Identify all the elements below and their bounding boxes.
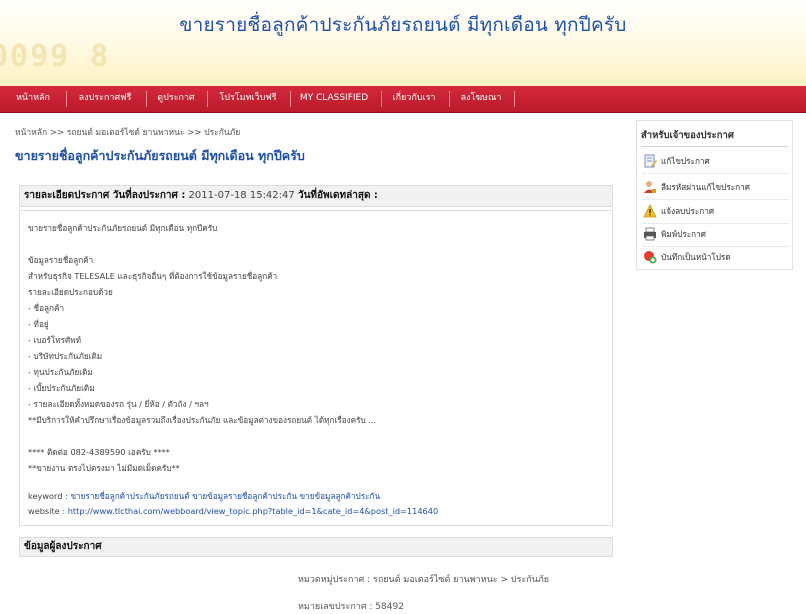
body-line: - ที่อยู่ (28, 319, 49, 329)
user-key-icon (643, 180, 657, 194)
body-line: **ขายงาน ตรงไปตรงมา ไม่มีมดเม็ดครับ** (28, 463, 180, 473)
sidebar-item-label: พิมพ์ประกาศ (661, 229, 706, 239)
edit-icon (643, 154, 657, 168)
nav-divider (66, 91, 67, 107)
favorite-icon (643, 250, 657, 264)
body-line: - บริษัทประกันภัยเดิม (28, 351, 103, 361)
breadcrumb-separator: >> (49, 128, 65, 138)
keyword-label: keyword : (28, 491, 68, 501)
sidebar-item-label: บันทึกเป็นหน้าโปรด (661, 252, 731, 262)
post-category-line: หมวดหมู่ประกาศ : รถยนต์ มอเตอร์ไซด์ ยานพ… (298, 575, 550, 585)
website-row: website : http://www.tlcthai.com/webboar… (28, 506, 438, 516)
updated-label: วันที่อัพเดทล่าสุด : (297, 190, 378, 201)
site-header: 0099 8 ขายรายชื่อลูกค้าประกันภัยรถยนต์ ม… (0, 0, 806, 86)
nav-promote-web[interactable]: โปรโมทเว็บฟรี (211, 86, 285, 112)
post-datetime: 2011-07-18 15:42:47 (188, 190, 295, 201)
breadcrumb-category[interactable]: รถยนต์ มอเตอร์ไซด์ ยานพาหนะ (67, 128, 185, 138)
sidebar-item-label: ลืมรหัสผ่านแก้ไขประกาศ (661, 182, 750, 192)
page-title: ขายรายชื่อลูกค้าประกันภัยรถยนต์ มีทุกเดื… (15, 148, 305, 163)
nav-home[interactable]: หน้าหลัก (8, 86, 58, 112)
body-line: - เบอร์โทรศัพท์ (28, 335, 82, 345)
nav-my-classified[interactable]: MY CLASSIFIED (294, 86, 374, 112)
nav-about-us[interactable]: เกี่ยวกับเรา (385, 86, 443, 112)
sidebar-item-edit-post[interactable]: แก้ไขประกาศ (643, 151, 789, 174)
warning-icon (643, 204, 657, 218)
nav-view-posts[interactable]: ดูประกาศ (150, 86, 202, 112)
detail-header: รายละเอียดประกาศ วันที่ลงประกาศ : 2011-0… (19, 185, 613, 207)
body-line: - เบี้ยประกันภัยเดิม (28, 383, 95, 393)
sidebar-item-print-post[interactable]: พิมพ์ประกาศ (643, 224, 789, 247)
body-line: **** ติดต่อ 082-4389590 เอครับ **** (28, 447, 170, 457)
body-line: สำหรับธุรกิจ TELESALE และธุรกิจอื่นๆ ที่… (28, 271, 278, 281)
main-nav: หน้าหลัก ลงประกาศฟรี ดูประกาศ โปรโมทเว็บ… (0, 86, 806, 113)
nav-divider (381, 91, 382, 107)
keyword-link[interactable]: ขายรายชื่อลูกค้าประกันภัยรถยนต์ ขายข้อมู… (70, 491, 380, 501)
owner-sidebar: สำหรับเจ้าของประกาศ แก้ไขประกาศ ลืมรหัสผ… (636, 120, 793, 270)
keyword-row: keyword : ขายรายชื่อลูกค้าประกันภัยรถยนต… (28, 490, 380, 503)
website-label: website : (28, 506, 66, 516)
sidebar-item-favorite[interactable]: บันทึกเป็นหน้าโปรด (643, 247, 789, 269)
nav-advertise[interactable]: ลงโฆษณา (453, 86, 509, 112)
nav-divider (449, 91, 450, 107)
nav-divider (146, 91, 147, 107)
sidebar-item-report-delete[interactable]: แจ้งลบประกาศ (643, 201, 789, 224)
post-number-line: หมายเลขประกาศ : 58492 (298, 602, 404, 612)
post-body: ขายรายชื่อลูกค้าประกันภัยรถยนต์ มีทุกเดื… (19, 210, 613, 526)
nav-divider (207, 91, 208, 107)
detail-label: รายละเอียดประกาศ วันที่ลงประกาศ : (24, 190, 186, 201)
body-line: รายละเอียดประกอบด้วย (28, 287, 113, 297)
website-link[interactable]: http://www.tlcthai.com/webboard/view_top… (68, 506, 438, 516)
body-line: **มีบริการให้คำปรึกษาเรื่องข้อมูลรวมถึงเ… (28, 415, 377, 425)
body-line: - ชื่อลูกค้า (28, 303, 65, 313)
header-decoration: 0099 8 (0, 39, 111, 74)
breadcrumb-home[interactable]: หน้าหลัก (15, 128, 47, 138)
sidebar-item-label: แก้ไขประกาศ (661, 156, 710, 166)
breadcrumb-current[interactable]: ประกันภัย (204, 128, 240, 138)
sidebar-item-label: แจ้งลบประกาศ (661, 206, 715, 216)
poster-header: ข้อมูลผู้ลงประกาศ (19, 537, 613, 557)
nav-divider (290, 91, 291, 107)
body-line: - ทุนประกันภัยเดิม (28, 367, 93, 377)
body-line: - รายละเอียดทั้งหมดของรถ รุ่น / ยี่ห้อ /… (28, 399, 209, 409)
sidebar-divider (641, 146, 788, 147)
nav-post-free[interactable]: ลงประกาศฟรี (70, 86, 140, 112)
sidebar-title: สำหรับเจ้าของประกาศ (641, 130, 734, 141)
breadcrumb-separator: >> (187, 128, 202, 138)
breadcrumb: หน้าหลัก >> รถยนต์ มอเตอร์ไซด์ ยานพาหนะ … (15, 125, 240, 139)
site-title[interactable]: ขายรายชื่อลูกค้าประกันภัยรถยนต์ มีทุกเดื… (0, 10, 806, 40)
body-line: ข้อมูลรายชื่อลูกค้า (28, 255, 94, 265)
body-line: ขายรายชื่อลูกค้าประกันภัยรถยนต์ มีทุกเดื… (28, 223, 218, 233)
printer-icon (643, 227, 657, 241)
sidebar-item-forgot-password[interactable]: ลืมรหัสผ่านแก้ไขประกาศ (643, 177, 789, 200)
nav-divider (514, 91, 515, 107)
